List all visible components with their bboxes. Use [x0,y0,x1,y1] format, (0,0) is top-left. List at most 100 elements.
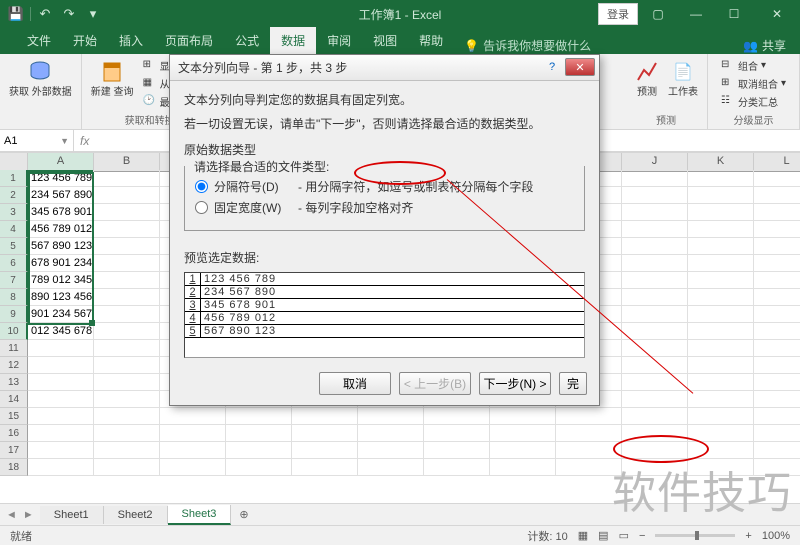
cell-L4[interactable] [754,221,800,238]
sheet-tab-3[interactable]: Sheet3 [168,505,232,525]
cell-E17[interactable] [292,442,358,459]
cell-L13[interactable] [754,374,800,391]
cell-F15[interactable] [358,408,424,425]
row-head-2[interactable]: 2 [0,187,28,204]
cell-J12[interactable] [622,357,688,374]
cell-L8[interactable] [754,289,800,306]
cell-L16[interactable] [754,425,800,442]
cell-L11[interactable] [754,340,800,357]
sheet-tab-2[interactable]: Sheet2 [104,506,168,524]
radio-fixed-row[interactable]: 固定宽度(W) - 每列字段加空格对齐 [195,199,574,216]
cell-B8[interactable] [94,289,160,306]
minimize-icon[interactable]: — [678,0,714,28]
cell-A15[interactable] [28,408,94,425]
cell-K4[interactable] [688,221,754,238]
finish-button[interactable]: 完 [559,372,587,395]
cell-H18[interactable] [490,459,556,476]
cell-K13[interactable] [688,374,754,391]
cell-A16[interactable] [28,425,94,442]
dialog-title-bar[interactable]: 文本分列向导 - 第 1 步，共 3 步 ? ✕ [170,55,599,81]
cell-J2[interactable] [622,187,688,204]
cell-G18[interactable] [424,459,490,476]
cell-A4[interactable]: 456 789 012 [28,221,94,238]
cell-B4[interactable] [94,221,160,238]
row-head-14[interactable]: 14 [0,391,28,408]
cell-I17[interactable] [556,442,622,459]
dialog-close-icon[interactable]: ✕ [565,58,595,76]
cell-B3[interactable] [94,204,160,221]
radio-delimited[interactable] [195,180,208,193]
worksheet-button[interactable]: 📄 工作表 [665,57,701,100]
cell-A6[interactable]: 678 901 234 [28,255,94,272]
cell-K7[interactable] [688,272,754,289]
cell-B12[interactable] [94,357,160,374]
maximize-icon[interactable]: ☐ [716,0,752,28]
new-sheet-button[interactable]: ⊕ [231,508,256,521]
cell-J10[interactable] [622,323,688,340]
view-pagelayout-icon[interactable]: ▤ [598,529,608,542]
cell-L10[interactable] [754,323,800,340]
cell-F17[interactable] [358,442,424,459]
cell-J13[interactable] [622,374,688,391]
cell-L7[interactable] [754,272,800,289]
cell-G16[interactable] [424,425,490,442]
row-head-11[interactable]: 11 [0,340,28,357]
cell-J6[interactable] [622,255,688,272]
cell-I15[interactable] [556,408,622,425]
cell-K11[interactable] [688,340,754,357]
qat-dropdown-icon[interactable]: ▾ [83,4,103,24]
cell-B7[interactable] [94,272,160,289]
sheet-nav[interactable]: ◄► [0,509,40,521]
cell-H17[interactable] [490,442,556,459]
cell-A11[interactable] [28,340,94,357]
cell-L15[interactable] [754,408,800,425]
cell-E18[interactable] [292,459,358,476]
cell-A17[interactable] [28,442,94,459]
undo-icon[interactable]: ↶ [35,4,55,24]
login-button[interactable]: 登录 [598,3,638,25]
cell-A3[interactable]: 345 678 901 [28,204,94,221]
cell-K8[interactable] [688,289,754,306]
cell-K10[interactable] [688,323,754,340]
ribbon-options-icon[interactable]: ▢ [640,0,676,28]
cell-B6[interactable] [94,255,160,272]
cell-C15[interactable] [160,408,226,425]
cell-B9[interactable] [94,306,160,323]
row-head-1[interactable]: 1 [0,170,28,187]
tell-me-search[interactable]: 💡告诉我你想要做什么 [464,37,591,54]
cell-A8[interactable]: 890 123 456 [28,289,94,306]
row-head-4[interactable]: 4 [0,221,28,238]
cell-K3[interactable] [688,204,754,221]
fx-icon[interactable]: fx [74,134,95,148]
cell-B2[interactable] [94,187,160,204]
back-button[interactable]: < 上一步(B) [399,372,471,395]
cell-D16[interactable] [226,425,292,442]
cell-K17[interactable] [688,442,754,459]
tab-formulas[interactable]: 公式 [224,27,270,54]
cell-L17[interactable] [754,442,800,459]
tab-file[interactable]: 文件 [16,27,62,54]
tab-review[interactable]: 审阅 [316,27,362,54]
cell-G15[interactable] [424,408,490,425]
cell-L6[interactable] [754,255,800,272]
row-head-7[interactable]: 7 [0,272,28,289]
cell-K14[interactable] [688,391,754,408]
cell-A13[interactable] [28,374,94,391]
cell-B15[interactable] [94,408,160,425]
tab-insert[interactable]: 插入 [108,27,154,54]
row-head-16[interactable]: 16 [0,425,28,442]
cell-A14[interactable] [28,391,94,408]
chevron-down-icon[interactable]: ▼ [60,136,69,146]
cell-K12[interactable] [688,357,754,374]
cancel-button[interactable]: 取消 [319,372,391,395]
cell-B18[interactable] [94,459,160,476]
sheet-tab-1[interactable]: Sheet1 [40,506,104,524]
cell-K2[interactable] [688,187,754,204]
cell-J14[interactable] [622,391,688,408]
cell-L18[interactable] [754,459,800,476]
ungroup-button[interactable]: ⊞取消组合 ▾ [719,75,788,92]
row-head-13[interactable]: 13 [0,374,28,391]
cell-J1[interactable] [622,170,688,187]
cell-E15[interactable] [292,408,358,425]
nav-next-icon[interactable]: ► [23,509,34,521]
